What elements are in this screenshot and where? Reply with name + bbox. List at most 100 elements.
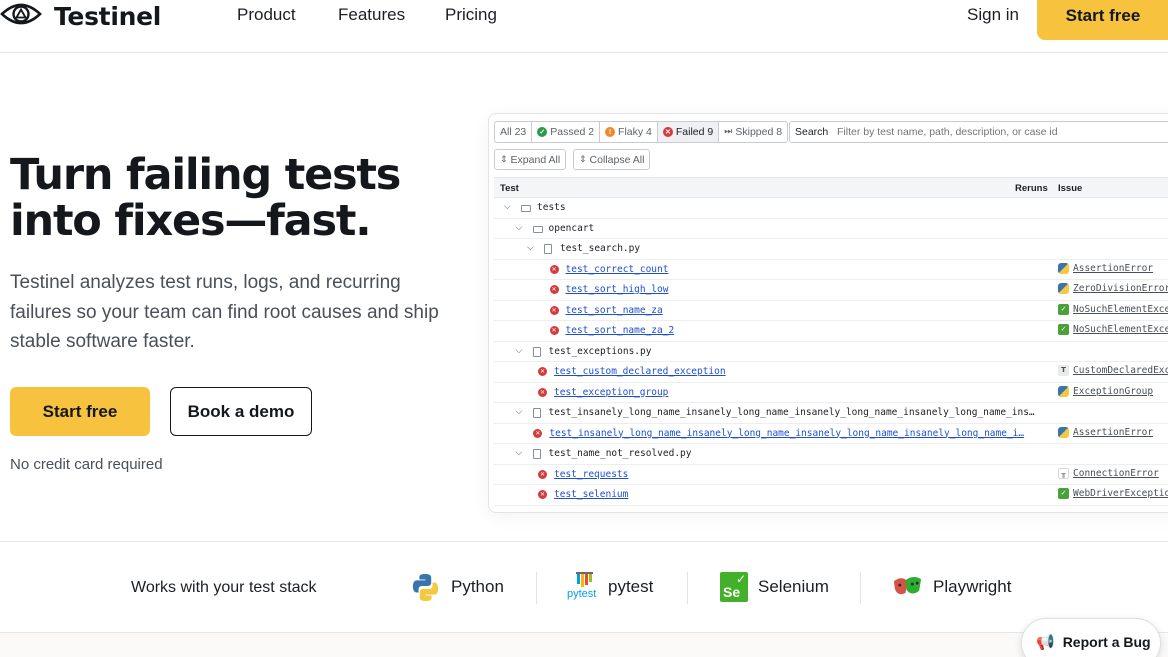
selenium-icon: ✓ bbox=[1058, 324, 1069, 335]
filter-failed[interactable]: ✕ Failed 9 bbox=[656, 121, 720, 143]
folder-row[interactable]: ⌵ tests bbox=[494, 198, 1168, 219]
no-credit-card-note: No credit card required bbox=[10, 456, 163, 473]
chevron-down-icon[interactable]: ⌵ bbox=[527, 243, 537, 253]
divider bbox=[860, 572, 861, 604]
chevron-down-icon[interactable]: ⌵ bbox=[516, 346, 526, 356]
selenium-logo-text: Se bbox=[723, 584, 741, 600]
chevron-down-icon[interactable]: ⌵ bbox=[504, 202, 514, 212]
test-row[interactable]: ✕ test_insanely_long_name_insanely_long_n… bbox=[494, 424, 1168, 444]
issue-link[interactable]: NoSuchElementExcep bbox=[1073, 324, 1168, 335]
test-row[interactable]: ✕ test_requests ╥ ConnectionError bbox=[494, 465, 1168, 485]
nav-link-features[interactable]: Features bbox=[338, 5, 405, 25]
test-row[interactable]: ✕ test_selenium ✓ WebDriverException bbox=[494, 485, 1168, 506]
filter-passed-label: Passed 2 bbox=[550, 126, 595, 138]
table-header: Test Reruns Issue bbox=[494, 177, 1168, 198]
hero-subtitle: Testinel analyzes test runs, logs, and r… bbox=[10, 272, 439, 352]
start-free-button[interactable]: Start free bbox=[10, 387, 150, 436]
failed-status-icon: ✕ bbox=[538, 469, 547, 479]
file-row[interactable]: ⌵ test_search.py bbox=[494, 239, 1168, 260]
chevron-down-icon[interactable]: ⌵ bbox=[516, 407, 526, 417]
divider bbox=[536, 572, 537, 604]
filter-passed[interactable]: ✓ Passed 2 bbox=[531, 121, 601, 143]
failed-status-icon: ✕ bbox=[549, 305, 559, 315]
test-link[interactable]: test_selenium bbox=[554, 489, 628, 500]
hero-title: Turn failing tests into fixes—fast. bbox=[10, 150, 401, 246]
column-test[interactable]: Test bbox=[500, 183, 519, 194]
file-row[interactable]: ⌵ test_name_not_resolved.py bbox=[494, 444, 1168, 465]
test-link[interactable]: test_requests bbox=[554, 469, 628, 480]
search-input[interactable] bbox=[831, 121, 1168, 143]
test-row[interactable]: ✕ test_sort_name_za_2 ✓ NoSuchElementExcep bbox=[494, 321, 1168, 342]
brand-logo[interactable]: Testinel bbox=[0, 0, 161, 32]
issue-cell: AssertionError bbox=[1058, 262, 1153, 274]
issue-link[interactable]: ConnectionError bbox=[1073, 468, 1159, 479]
book-demo-button[interactable]: Book a demo bbox=[170, 387, 312, 436]
issue-link[interactable]: ZeroDivisionError bbox=[1073, 283, 1168, 294]
nav-link-pricing[interactable]: Pricing bbox=[445, 5, 497, 25]
sign-in-link[interactable]: Sign in bbox=[967, 5, 1019, 25]
test-row[interactable]: ✕ test_custom_declared_exception T CustomDe… bbox=[494, 362, 1168, 383]
nav-link-product[interactable]: Product bbox=[237, 5, 296, 25]
test-row[interactable]: ✕ test_sort_high_low ZeroDivisionError bbox=[494, 280, 1168, 301]
issue-link[interactable]: AssertionError bbox=[1073, 427, 1153, 438]
selenium-icon: ✓ bbox=[1058, 303, 1069, 315]
test-link[interactable]: test_sort_name_za_2 bbox=[566, 325, 675, 336]
test-tree: ⌵ tests ⌵ opencart ⌵ test_search.py ✕ test_corr… bbox=[494, 198, 1168, 506]
folder-icon bbox=[521, 205, 531, 212]
issue-link[interactable]: NoSuchElementExcep bbox=[1073, 304, 1168, 315]
issue-cell: ✓ WebDriverException bbox=[1058, 488, 1168, 499]
test-row[interactable]: ✕ test_correct_count AssertionError bbox=[494, 260, 1168, 280]
filter-all[interactable]: All 23 bbox=[494, 121, 533, 143]
next-section-background bbox=[0, 633, 1168, 657]
collapse-all-button[interactable]: ⇕ Collapse All bbox=[573, 149, 651, 170]
failed-status-icon: ✕ bbox=[533, 428, 543, 438]
issue-cell: ✓ NoSuchElementExcep bbox=[1058, 324, 1168, 335]
issue-link[interactable]: WebDriverException bbox=[1073, 488, 1168, 499]
filter-flaky[interactable]: ! Flaky 4 bbox=[599, 121, 658, 143]
test-link[interactable]: test_insanely_long_name_insanely_long_na… bbox=[549, 428, 1024, 439]
folder-name: tests bbox=[537, 202, 566, 213]
issue-link[interactable]: ExceptionGroup bbox=[1073, 386, 1153, 397]
file-row[interactable]: ⌵ test_exceptions.py bbox=[494, 342, 1168, 362]
playwright-logo-icon bbox=[893, 577, 922, 595]
issue-link[interactable]: AssertionError bbox=[1073, 263, 1153, 274]
column-reruns[interactable]: Reruns bbox=[1015, 183, 1048, 194]
status-filter-group: All 23 ✓ Passed 2 ! Flaky 4 ✕ Failed 9 ⏭… bbox=[494, 121, 789, 143]
test-link[interactable]: test_sort_high_low bbox=[566, 284, 669, 295]
chevron-down-icon[interactable]: ⌵ bbox=[516, 448, 526, 458]
python-icon bbox=[1058, 262, 1069, 274]
test-results-panel: All 23 ✓ Passed 2 ! Flaky 4 ✕ Failed 9 ⏭… bbox=[488, 113, 1168, 513]
test-link[interactable]: test_custom_declared_exception bbox=[554, 366, 726, 377]
file-icon bbox=[544, 244, 552, 254]
selenium-logo-icon: Se ✓ bbox=[720, 572, 748, 602]
file-name: test_search.py bbox=[560, 243, 641, 254]
eye-logo-icon bbox=[0, 3, 42, 25]
report-bug-button[interactable]: 📢 Report a Bug bbox=[1021, 618, 1161, 657]
filter-skipped[interactable]: ⏭ Skipped 8 bbox=[718, 121, 789, 143]
expand-all-button[interactable]: ⇕ Expand All bbox=[494, 149, 567, 170]
tech-pytest-label: pytest bbox=[608, 577, 654, 596]
nav-start-free-button[interactable]: Start free bbox=[1037, 0, 1168, 40]
divider bbox=[687, 572, 688, 604]
issue-cell: ExceptionGroup bbox=[1058, 385, 1153, 397]
test-link[interactable]: test_sort_name_za bbox=[566, 305, 663, 316]
pytest-logo-text: pytest bbox=[567, 587, 597, 600]
chevron-down-icon[interactable]: ⌵ bbox=[516, 223, 526, 233]
test-link[interactable]: test_correct_count bbox=[566, 264, 669, 275]
issue-cell: AssertionError bbox=[1058, 426, 1153, 438]
folder-row[interactable]: ⌵ opencart bbox=[494, 219, 1168, 239]
python-icon bbox=[1058, 283, 1069, 294]
report-bug-label: Report a Bug bbox=[1062, 634, 1151, 650]
file-icon bbox=[532, 449, 541, 459]
file-icon bbox=[532, 346, 541, 357]
issue-cell: T CustomDeclaredExc bbox=[1058, 365, 1168, 376]
column-issue[interactable]: Issue bbox=[1058, 183, 1082, 194]
collapse-all-label: Collapse All bbox=[589, 153, 645, 166]
file-name: test_insanely_long_name_insanely_long_na… bbox=[548, 407, 1035, 418]
test-row[interactable]: ✕ test_sort_name_za ✓ NoSuchElementExcep bbox=[494, 301, 1168, 321]
test-row[interactable]: ✕ test_exception_group ExceptionGroup bbox=[494, 383, 1168, 403]
file-row[interactable]: ⌵ test_insanely_long_name_insanely_long_n… bbox=[494, 403, 1168, 424]
folder-icon bbox=[532, 225, 543, 233]
issue-link[interactable]: CustomDeclaredExc bbox=[1073, 365, 1168, 376]
test-link[interactable]: test_exception_group bbox=[554, 387, 668, 398]
